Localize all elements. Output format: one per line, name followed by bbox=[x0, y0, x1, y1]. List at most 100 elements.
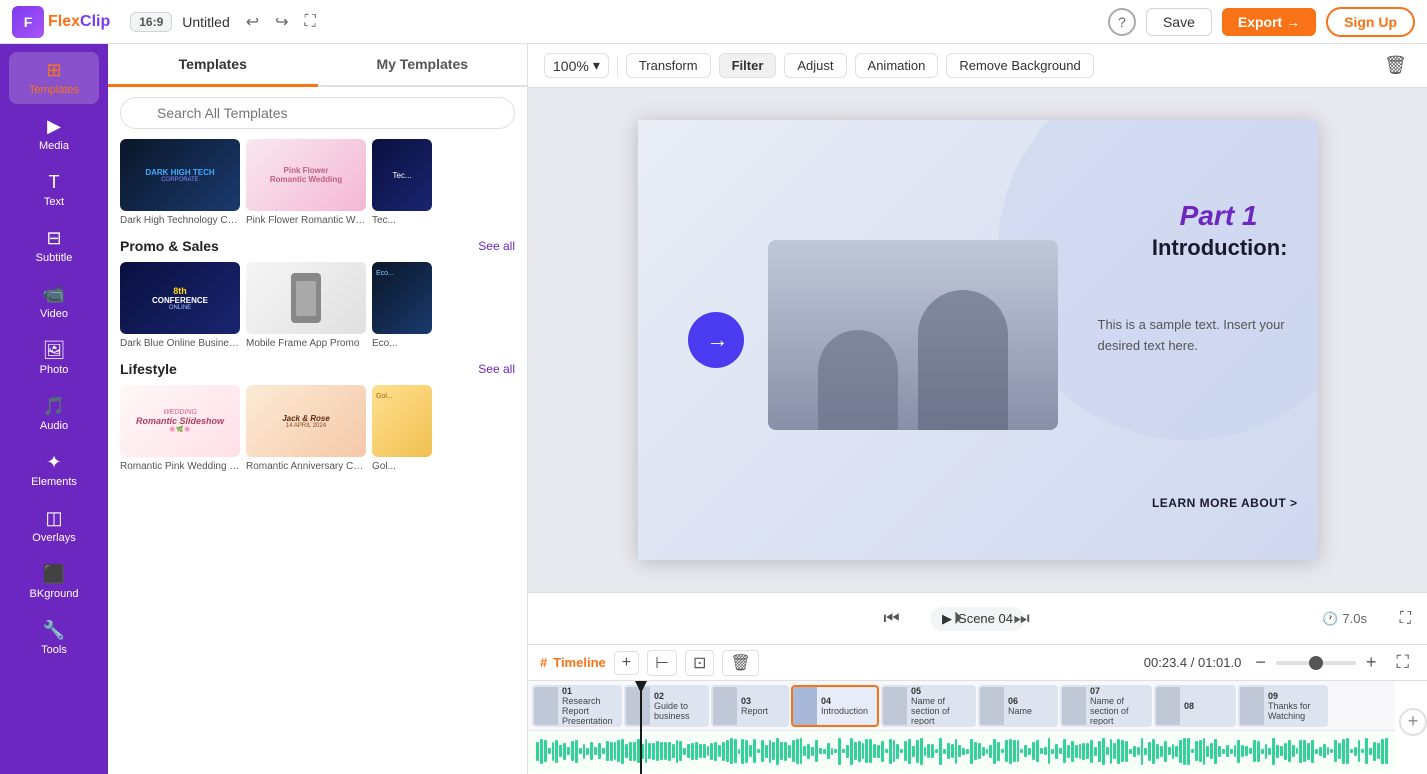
wave-segment bbox=[583, 744, 586, 759]
wave-segment bbox=[1141, 738, 1144, 765]
templates-icon: ⊞ bbox=[46, 60, 61, 81]
tab-templates[interactable]: Templates bbox=[108, 44, 318, 87]
sidebar-item-bkground[interactable]: ⬛ BKground bbox=[9, 556, 99, 608]
transform-button[interactable]: Transform bbox=[626, 53, 711, 78]
timeline-expand-button[interactable]: ⛶ bbox=[1390, 650, 1415, 675]
lifestyle-card-1[interactable]: WEDDING Romantic Slideshow 🌸🌿🌸 Romantic … bbox=[120, 385, 240, 472]
wave-segment bbox=[687, 744, 690, 758]
sidebar-item-text[interactable]: T Text bbox=[9, 164, 99, 216]
ratio-badge[interactable]: 16:9 bbox=[130, 12, 172, 32]
sidebar-item-templates[interactable]: ⊞ Templates bbox=[9, 52, 99, 104]
template-card-1[interactable]: DARK HIGH TECH CORPORATE Dark High Techn… bbox=[120, 139, 240, 226]
delete-button[interactable]: 🗑 bbox=[1380, 51, 1411, 80]
wave-segment bbox=[617, 740, 620, 762]
wave-segment bbox=[645, 739, 648, 763]
remove-bg-button[interactable]: Remove Background bbox=[946, 53, 1093, 78]
timeline-clip-08[interactable]: 08 bbox=[1154, 685, 1236, 727]
timeline-clip-09[interactable]: 09 Thanks for Watching bbox=[1238, 685, 1328, 727]
wave-segment bbox=[924, 747, 927, 756]
wave-segment bbox=[1036, 740, 1039, 762]
timeline-section: # Timeline + ⊢ ⊡ 🗑 00:23.4 / 01:01.0 − +… bbox=[528, 644, 1427, 774]
wave-segment bbox=[563, 743, 566, 760]
sidebar-item-video[interactable]: 📹 Video bbox=[9, 276, 99, 328]
zoom-out-button[interactable]: − bbox=[1249, 650, 1272, 675]
timeline-label: # Timeline bbox=[540, 655, 606, 670]
promo-card-2[interactable]: Mobile Frame App Promo bbox=[246, 262, 366, 349]
sidebar-item-audio[interactable]: 🎵 Audio bbox=[9, 388, 99, 440]
timeline-clip-01[interactable]: 01 Research Report Presentation bbox=[532, 685, 622, 727]
wave-segment bbox=[893, 740, 896, 762]
timeline-clip-07[interactable]: 07 Name of section of report bbox=[1060, 685, 1152, 727]
tab-my-templates[interactable]: My Templates bbox=[318, 44, 528, 87]
sidebar-item-media[interactable]: ▶ Media bbox=[9, 108, 99, 160]
wave-segment bbox=[1175, 746, 1178, 757]
skip-forward-button[interactable]: ⏭ bbox=[1008, 602, 1036, 635]
canvas-play-button[interactable]: → bbox=[688, 312, 744, 368]
expand-button[interactable]: ⛶ bbox=[1400, 610, 1411, 628]
split-button[interactable]: ⊢ bbox=[647, 650, 677, 676]
template-card-2[interactable]: Pink FlowerRomantic Wedding Pink Flower … bbox=[246, 139, 366, 226]
lifestyle-card-3[interactable]: Gol... Gol... bbox=[372, 385, 432, 472]
wave-segment bbox=[962, 748, 965, 755]
animation-button[interactable]: Animation bbox=[855, 53, 939, 78]
wave-segment bbox=[900, 749, 903, 753]
search-input[interactable] bbox=[120, 97, 515, 129]
clip-label-03: Report bbox=[741, 706, 783, 716]
skip-back-button[interactable]: ⏮ bbox=[878, 602, 906, 635]
redo-button[interactable]: ↪ bbox=[269, 8, 294, 36]
add-clip-button[interactable]: + bbox=[1399, 708, 1427, 736]
zoom-in-button[interactable]: + bbox=[1360, 650, 1383, 675]
timeline-clip-03[interactable]: 03 Report bbox=[711, 685, 789, 727]
template-card-3[interactable]: Tec... Tec... bbox=[372, 139, 432, 226]
lifestyle-card-2[interactable]: Jack & Rose 14 APRIL 2024 Romantic Anniv… bbox=[246, 385, 366, 472]
timeline-clip-02[interactable]: 02 Guide to business bbox=[624, 685, 709, 727]
export-button[interactable]: Export → bbox=[1222, 8, 1316, 36]
sidebar-item-elements[interactable]: ✦ Elements bbox=[9, 444, 99, 496]
zoom-control[interactable]: 100% ▾ bbox=[544, 53, 609, 78]
play-pause-button[interactable]: ⏵ bbox=[948, 602, 969, 635]
promo-card-1[interactable]: 8th CONFERENCE ONLINE Dark Blue Online B… bbox=[120, 262, 240, 349]
promo-sales-see-all[interactable]: See all bbox=[478, 239, 515, 253]
undo-button[interactable]: ↩ bbox=[240, 8, 265, 36]
sidebar-item-subtitle[interactable]: ⊟ Subtitle bbox=[9, 220, 99, 272]
help-button[interactable]: ? bbox=[1108, 8, 1136, 36]
zoom-slider-thumb bbox=[1309, 656, 1323, 670]
add-scene-button[interactable]: + bbox=[614, 651, 639, 675]
canvas-wrapper: Part 1 Introduction: This is a sample te… bbox=[528, 88, 1427, 592]
promo-card-3[interactable]: Eco... Eco... bbox=[372, 262, 432, 349]
wave-segment bbox=[920, 738, 923, 765]
fullscreen-button[interactable]: ⛶ bbox=[299, 8, 322, 36]
wave-segment bbox=[555, 740, 558, 763]
wave-segment bbox=[1102, 738, 1105, 765]
save-button[interactable]: Save bbox=[1146, 8, 1212, 36]
filter-button[interactable]: Filter bbox=[719, 53, 777, 78]
wave-segment bbox=[896, 744, 899, 759]
wave-segment bbox=[997, 742, 1000, 761]
sidebar-item-overlays[interactable]: ◫ Overlays bbox=[9, 500, 99, 552]
sidebar-item-photo[interactable]: 🖼 Photo bbox=[9, 332, 99, 384]
timeline-clip-05[interactable]: 05 Name of section of report bbox=[881, 685, 976, 727]
wave-segment bbox=[1381, 739, 1384, 764]
duplicate-button[interactable]: ⊡ bbox=[685, 650, 714, 676]
wave-segment bbox=[858, 741, 861, 762]
wave-segment bbox=[1272, 738, 1275, 765]
wave-segment bbox=[683, 748, 686, 755]
canvas-part-text: Part 1 bbox=[1180, 200, 1258, 232]
wave-segment bbox=[1373, 742, 1376, 761]
sidebar-item-tools[interactable]: 🔧 Tools bbox=[9, 612, 99, 664]
sidebar-label-media: Media bbox=[39, 140, 69, 152]
clip-content-08: 08 bbox=[1180, 699, 1234, 713]
wave-segment bbox=[765, 745, 768, 758]
delete-scene-button[interactable]: 🗑 bbox=[722, 650, 758, 676]
clip-label-02: Guide to business bbox=[654, 701, 703, 721]
adjust-button[interactable]: Adjust bbox=[784, 53, 846, 78]
wave-segment bbox=[703, 744, 706, 758]
wave-segment bbox=[594, 747, 597, 755]
zoom-slider[interactable] bbox=[1276, 661, 1356, 665]
lifestyle-see-all[interactable]: See all bbox=[478, 362, 515, 376]
timeline-clip-06[interactable]: 06 Name bbox=[978, 685, 1058, 727]
timeline-clip-04[interactable]: 04 Introduction bbox=[791, 685, 879, 727]
clip-label-01: Research Report Presentation bbox=[562, 696, 616, 725]
signup-button[interactable]: Sign Up bbox=[1326, 7, 1415, 37]
wave-segment bbox=[1265, 744, 1268, 759]
